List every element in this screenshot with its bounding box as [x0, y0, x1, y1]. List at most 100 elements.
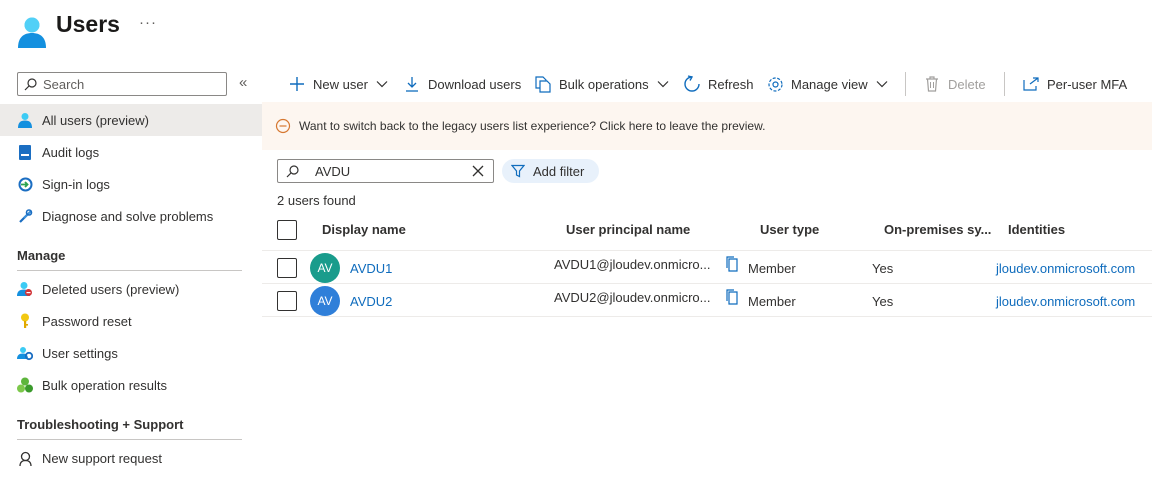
avatar: AV — [310, 253, 340, 283]
copy-icon[interactable] — [725, 256, 739, 272]
more-options-icon[interactable]: ··· — [139, 14, 157, 31]
section-title-manage: Manage — [17, 248, 66, 263]
sidebar-item-password-reset[interactable]: Password reset — [0, 305, 262, 337]
row-checkbox[interactable] — [277, 291, 297, 311]
sidebar-item-deleted-users[interactable]: Deleted users (preview) — [0, 273, 262, 305]
upn-cell: AVDU1@jloudev.onmicro... — [554, 257, 711, 272]
bulk-operations-button[interactable]: Bulk operations — [534, 72, 669, 96]
trash-icon — [923, 75, 941, 93]
sidebar: Search « All users (preview) Audit logs … — [0, 62, 262, 477]
search-icon — [24, 77, 37, 90]
sidebar-item-label: User settings — [42, 345, 118, 361]
sidebar-item-label: Password reset — [42, 313, 132, 329]
upn-cell: AVDU2@jloudev.onmicro... — [554, 290, 711, 305]
sidebar-item-label: Bulk operation results — [42, 377, 168, 393]
filter-icon — [511, 164, 525, 178]
sidebar-search-input[interactable]: Search — [17, 72, 227, 96]
sidebar-item-bulk-results[interactable]: Bulk operation results — [0, 369, 262, 401]
banner-text: Want to switch back to the legacy users … — [299, 119, 766, 133]
column-header-display-name[interactable]: Display name — [322, 222, 406, 237]
per-user-mfa-button[interactable]: Per-user MFA — [1022, 72, 1127, 96]
user-icon — [18, 17, 46, 48]
column-header-on-premises[interactable]: On-premises sy... — [884, 222, 991, 237]
select-all-checkbox[interactable] — [277, 220, 297, 240]
collapse-sidebar-icon[interactable]: « — [239, 74, 247, 91]
chevron-down-icon — [376, 78, 388, 90]
search-icon — [286, 164, 299, 177]
close-icon[interactable] — [472, 165, 484, 177]
audit-log-icon — [16, 143, 34, 161]
gear-icon — [766, 75, 784, 93]
add-filter-label: Add filter — [533, 163, 585, 179]
new-user-button[interactable]: New user — [288, 72, 388, 96]
sidebar-item-label: Deleted users (preview) — [42, 281, 180, 297]
sidebar-item-new-support-request[interactable]: New support request — [0, 442, 262, 474]
sidebar-item-label: Diagnose and solve problems — [42, 208, 214, 224]
key-icon — [16, 312, 34, 330]
sidebar-item-audit-logs[interactable]: Audit logs — [0, 136, 262, 168]
manage-view-label: Manage view — [791, 76, 868, 92]
divider — [17, 439, 242, 440]
download-users-button[interactable]: Download users — [403, 72, 521, 96]
download-icon — [403, 75, 421, 93]
refresh-button[interactable]: Refresh — [683, 72, 754, 96]
column-header-upn[interactable]: User principal name — [566, 222, 690, 237]
preview-banner[interactable]: Want to switch back to the legacy users … — [262, 102, 1152, 150]
deleted-user-icon — [16, 280, 34, 298]
sidebar-item-label: All users (preview) — [42, 112, 149, 128]
user-type-cell: Member — [748, 261, 796, 276]
per-user-mfa-label: Per-user MFA — [1047, 76, 1128, 92]
divider — [17, 270, 242, 271]
refresh-icon — [683, 75, 701, 93]
copy-icon[interactable] — [725, 289, 739, 305]
section-title-support: Troubleshooting + Support — [17, 417, 184, 432]
toolbar-divider — [1004, 72, 1005, 96]
external-link-icon — [1022, 75, 1040, 93]
sidebar-item-label: Audit logs — [42, 144, 100, 160]
on-prem-cell: Yes — [872, 261, 894, 276]
divider — [262, 283, 1152, 284]
sidebar-item-user-settings[interactable]: User settings — [0, 337, 262, 369]
user-type-cell: Member — [748, 294, 796, 309]
page-header: Users ··· — [0, 0, 1152, 62]
chevron-down-icon — [657, 78, 669, 90]
support-icon — [16, 449, 34, 467]
column-header-identities[interactable]: Identities — [1008, 222, 1065, 237]
display-name-link[interactable]: AVDU1 — [350, 261, 392, 276]
sidebar-item-label: Sign-in logs — [42, 176, 110, 192]
refresh-label: Refresh — [708, 76, 754, 92]
bulk-results-icon — [16, 376, 34, 394]
identities-link[interactable]: jloudev.onmicrosoft.com — [996, 261, 1135, 276]
sidebar-item-diagnose[interactable]: Diagnose and solve problems — [0, 200, 262, 232]
delete-button[interactable]: Delete — [923, 72, 986, 96]
page-title: Users — [56, 11, 120, 37]
plus-icon — [288, 75, 306, 93]
toolbar-divider — [905, 72, 906, 96]
identities-link[interactable]: jloudev.onmicrosoft.com — [996, 294, 1135, 309]
new-user-label: New user — [313, 76, 368, 92]
chevron-down-icon — [876, 78, 888, 90]
command-bar: New user Download users Bulk operations … — [262, 62, 1152, 102]
on-prem-cell: Yes — [872, 294, 894, 309]
results-count: 2 users found — [277, 193, 356, 208]
download-users-label: Download users — [428, 76, 522, 92]
bulk-operations-icon — [534, 75, 552, 93]
column-header-user-type[interactable]: User type — [760, 222, 819, 237]
search-value: AVDU — [315, 163, 351, 179]
sidebar-item-all-users[interactable]: All users (preview) — [0, 104, 262, 136]
display-name-link[interactable]: AVDU2 — [350, 294, 392, 309]
divider — [262, 316, 1152, 317]
row-checkbox[interactable] — [277, 258, 297, 278]
sign-in-icon — [16, 175, 34, 193]
user-search-input[interactable]: AVDU — [277, 159, 494, 183]
search-placeholder: Search — [43, 76, 85, 92]
avatar: AV — [310, 286, 340, 316]
manage-view-button[interactable]: Manage view — [766, 72, 888, 96]
user-icon — [16, 111, 34, 129]
delete-label: Delete — [948, 76, 986, 92]
wrench-icon — [16, 207, 34, 225]
minus-circle-icon — [275, 118, 291, 134]
add-filter-button[interactable]: Add filter — [502, 159, 599, 183]
sidebar-item-label: New support request — [42, 450, 162, 466]
sidebar-item-sign-in-logs[interactable]: Sign-in logs — [0, 168, 262, 200]
